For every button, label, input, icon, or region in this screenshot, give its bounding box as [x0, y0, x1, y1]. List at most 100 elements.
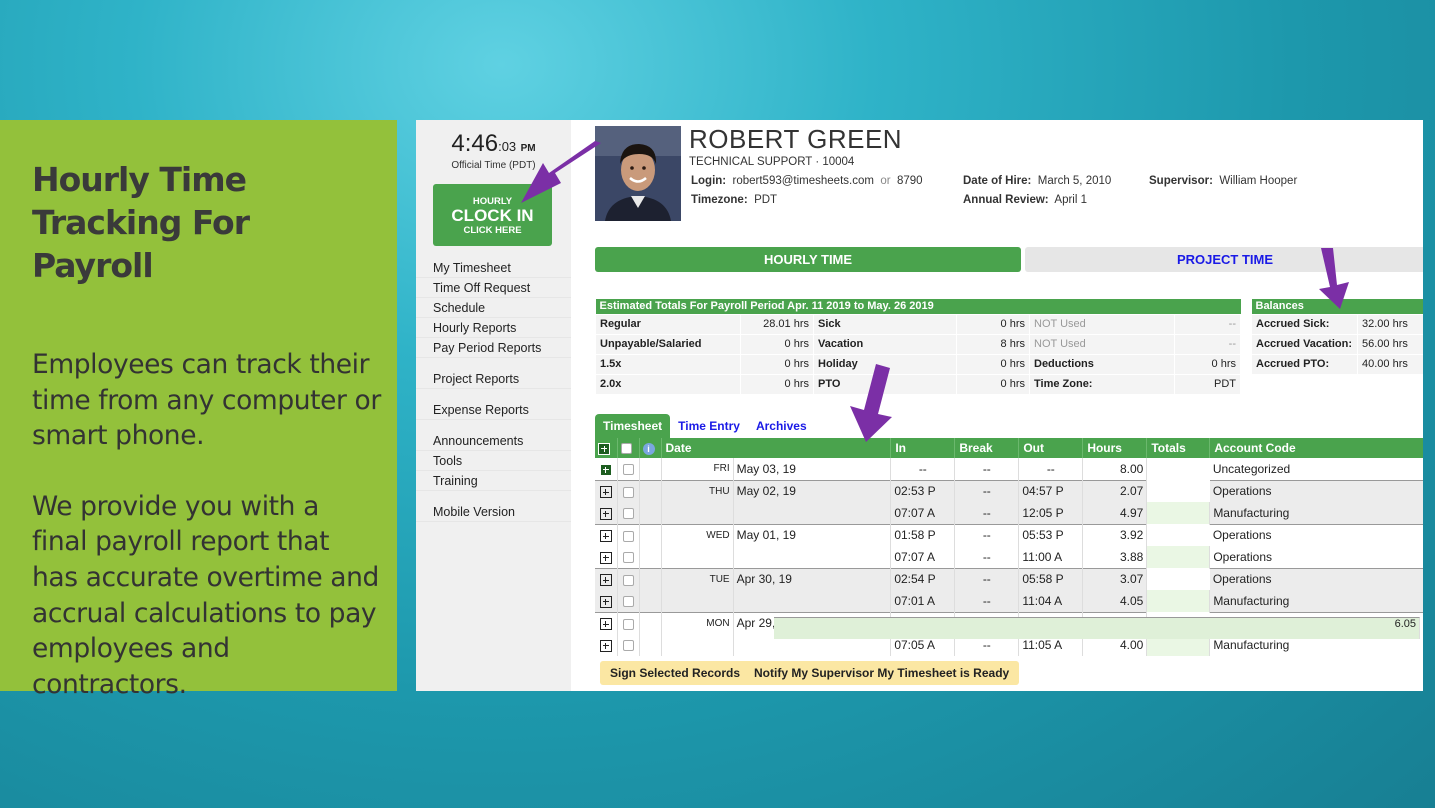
table-row[interactable]: TUEApr 30, 1902:54 P--05:58 P3.077.12Ope…: [595, 568, 1423, 590]
tab-archives[interactable]: Archives: [748, 414, 815, 438]
in-cell[interactable]: 01:58 P: [891, 524, 955, 546]
select-cell[interactable]: [617, 568, 639, 590]
account-code-cell[interactable]: Manufacturing: [1210, 502, 1423, 524]
select-cell[interactable]: [617, 458, 639, 480]
table-row[interactable]: 07:07 A--11:00 A3.88Operations: [595, 546, 1423, 568]
sidebar-item-tools[interactable]: Tools: [416, 451, 571, 471]
expand-cell[interactable]: [595, 612, 617, 634]
expand-row-icon[interactable]: [600, 464, 612, 476]
expand-row-icon[interactable]: [600, 574, 612, 586]
tab-hourly-time[interactable]: HOURLY TIME: [595, 247, 1021, 272]
sidebar-item-time-off-request[interactable]: Time Off Request: [416, 278, 571, 298]
account-code-cell[interactable]: Uncategorized: [1210, 458, 1423, 480]
expand-row-icon[interactable]: [600, 640, 612, 652]
out-cell[interactable]: 04:57 P: [1019, 480, 1083, 502]
timesheet-table: i Date In Break Out Hours Totals Account…: [595, 438, 1423, 656]
sidebar-item-training[interactable]: Training: [416, 471, 571, 491]
expand-cell[interactable]: [595, 480, 617, 502]
expand-all-icon[interactable]: [598, 443, 610, 455]
expand-cell[interactable]: [595, 502, 617, 524]
expand-row-icon[interactable]: [600, 618, 612, 630]
break-cell[interactable]: --: [955, 502, 1019, 524]
select-all-checkbox[interactable]: [621, 443, 632, 454]
select-cell[interactable]: [617, 590, 639, 612]
in-cell[interactable]: 07:01 A: [891, 590, 955, 612]
sidebar-item-mobile-version[interactable]: Mobile Version: [416, 502, 571, 522]
sidebar-item-project-reports[interactable]: Project Reports: [416, 369, 571, 389]
out-cell[interactable]: 11:00 A: [1019, 546, 1083, 568]
select-cell[interactable]: [617, 634, 639, 656]
in-cell[interactable]: 07:07 A: [891, 502, 955, 524]
expand-cell[interactable]: [595, 568, 617, 590]
tab-timesheet[interactable]: Timesheet: [595, 414, 670, 438]
break-cell[interactable]: --: [955, 546, 1019, 568]
in-cell[interactable]: --: [891, 458, 955, 480]
select-cell[interactable]: [617, 546, 639, 568]
table-row[interactable]: 07:07 A--12:05 P4.97Manufacturing: [595, 502, 1423, 524]
break-cell[interactable]: --: [955, 524, 1019, 546]
row-checkbox[interactable]: [623, 552, 634, 563]
sidebar-item-announcements[interactable]: Announcements: [416, 431, 571, 451]
sidebar-item-pay-period-reports[interactable]: Pay Period Reports: [416, 338, 571, 358]
date-cell: May 01, 19: [733, 524, 891, 546]
clock-seconds: :03: [498, 139, 516, 154]
notify-supervisor-button[interactable]: Notify My Supervisor My Timesheet is Rea…: [744, 661, 1019, 685]
row-checkbox[interactable]: [623, 487, 634, 498]
table-row[interactable]: WEDMay 01, 1901:58 P--05:53 P3.927.80Ope…: [595, 524, 1423, 546]
select-cell[interactable]: [617, 480, 639, 502]
expand-row-icon[interactable]: [600, 530, 612, 542]
expand-cell[interactable]: [595, 590, 617, 612]
col-out: Out: [1019, 438, 1083, 458]
tab-project-time[interactable]: PROJECT TIME: [1025, 247, 1423, 272]
account-code-cell[interactable]: Operations: [1210, 568, 1423, 590]
balance-row: Accrued Sick: 32.00 hrs: [1252, 314, 1424, 334]
table-row[interactable]: FRIMay 03, 19------8.008.00Uncategorized: [595, 458, 1423, 480]
row-checkbox[interactable]: [623, 464, 634, 475]
select-cell[interactable]: [617, 612, 639, 634]
break-cell[interactable]: --: [955, 480, 1019, 502]
expand-cell[interactable]: [595, 458, 617, 480]
table-row[interactable]: THUMay 02, 1902:53 P--04:57 P2.077.04Ope…: [595, 480, 1423, 502]
expand-row-icon[interactable]: [600, 486, 612, 498]
break-cell[interactable]: --: [955, 458, 1019, 480]
account-code-cell[interactable]: Operations: [1210, 546, 1423, 568]
table-row[interactable]: 07:01 A--11:04 A4.05Manufacturing: [595, 590, 1423, 612]
sidebar-item-my-timesheet[interactable]: My Timesheet: [416, 258, 571, 278]
sidebar-item-schedule[interactable]: Schedule: [416, 298, 571, 318]
select-cell[interactable]: [617, 524, 639, 546]
out-cell[interactable]: 12:05 P: [1019, 502, 1083, 524]
row-checkbox[interactable]: [623, 619, 634, 630]
in-cell[interactable]: 02:53 P: [891, 480, 955, 502]
expand-cell[interactable]: [595, 634, 617, 656]
account-code-cell[interactable]: Operations: [1210, 524, 1423, 546]
break-cell[interactable]: --: [955, 590, 1019, 612]
out-cell[interactable]: 05:53 P: [1019, 524, 1083, 546]
sign-selected-records-button[interactable]: Sign Selected Records: [600, 661, 750, 685]
table-row[interactable]: MONApr 29, 1902:53 P--04:56 P2.056.05Ope…: [595, 612, 1423, 634]
break-cell[interactable]: --: [955, 568, 1019, 590]
row-checkbox[interactable]: [623, 508, 634, 519]
expand-cell[interactable]: [595, 546, 617, 568]
row-checkbox[interactable]: [623, 596, 634, 607]
select-all-header[interactable]: [617, 438, 639, 458]
out-cell[interactable]: --: [1019, 458, 1083, 480]
expand-cell[interactable]: [595, 524, 617, 546]
account-code-cell[interactable]: Manufacturing: [1210, 590, 1423, 612]
in-cell[interactable]: 07:07 A: [891, 546, 955, 568]
select-cell[interactable]: [617, 502, 639, 524]
out-cell[interactable]: 05:58 P: [1019, 568, 1083, 590]
row-checkbox[interactable]: [623, 640, 634, 651]
in-cell[interactable]: 02:54 P: [891, 568, 955, 590]
expand-all-header[interactable]: [595, 438, 617, 458]
sidebar-item-hourly-reports[interactable]: Hourly Reports: [416, 318, 571, 338]
out-cell[interactable]: 11:04 A: [1019, 590, 1083, 612]
expand-row-icon[interactable]: [600, 552, 612, 564]
expand-row-icon[interactable]: [600, 596, 612, 608]
employee-login: Login: robert593@timesheets.com or 8790: [691, 175, 923, 187]
row-checkbox[interactable]: [623, 531, 634, 542]
expand-row-icon[interactable]: [600, 508, 612, 520]
tab-time-entry[interactable]: Time Entry: [670, 414, 748, 438]
row-checkbox[interactable]: [623, 575, 634, 586]
sidebar-item-expense-reports[interactable]: Expense Reports: [416, 400, 571, 420]
account-code-cell[interactable]: Operations: [1210, 480, 1423, 502]
